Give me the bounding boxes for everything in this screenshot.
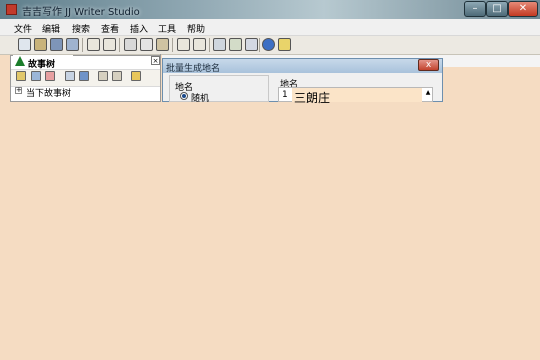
toolbar-separator (209, 38, 210, 52)
menu-view[interactable]: 查看 (101, 22, 119, 35)
radio-selected-dot (182, 94, 186, 98)
lock-icon[interactable] (131, 71, 141, 81)
row-value[interactable]: 三朗庄 (294, 89, 330, 106)
redo-icon[interactable] (103, 38, 116, 51)
help-icon[interactable] (262, 38, 275, 51)
menu-insert[interactable]: 插入 (130, 22, 148, 35)
random-radio-label[interactable]: 随机 (191, 91, 209, 104)
toolbar-separator (82, 38, 83, 52)
menu-file[interactable]: 文件 (14, 22, 32, 35)
dialog-close-button[interactable]: x (418, 59, 439, 71)
new-icon[interactable] (18, 38, 31, 51)
maximize-button[interactable]: □ (486, 1, 508, 17)
row-number: 1 (282, 90, 288, 100)
close-window-button[interactable]: ✕ (508, 1, 538, 17)
paste-icon[interactable] (156, 38, 169, 51)
toolbar-separator (172, 38, 173, 52)
add-folder-icon[interactable] (16, 71, 26, 81)
save-all-icon[interactable] (66, 38, 79, 51)
undo-icon[interactable] (87, 38, 100, 51)
next-icon[interactable] (112, 71, 122, 81)
open-icon[interactable] (34, 38, 47, 51)
tree-expander-icon[interactable]: + (15, 87, 22, 94)
delete-icon[interactable] (45, 71, 55, 81)
menu-help[interactable]: 帮助 (187, 22, 205, 35)
tree-root-item[interactable]: 当下故事树 (26, 86, 71, 99)
menu-tools[interactable]: 工具 (158, 22, 176, 35)
minimize-button[interactable]: – (464, 1, 486, 17)
cut-icon[interactable] (124, 38, 137, 51)
outdent-icon[interactable] (193, 38, 206, 51)
tree-icon (15, 56, 25, 66)
menu-search[interactable]: 搜索 (72, 22, 90, 35)
info-icon[interactable] (278, 38, 291, 51)
prev-icon[interactable] (98, 71, 108, 81)
save-icon[interactable] (50, 38, 63, 51)
panel-close-button[interactable]: × (151, 56, 160, 65)
panel-splitter[interactable] (160, 54, 161, 102)
app-icon (6, 4, 17, 15)
indent-icon[interactable] (177, 38, 190, 51)
find-icon[interactable] (213, 38, 226, 51)
window-title: 吉吉写作 JJ Writer Studio (22, 7, 140, 18)
scroll-up-icon[interactable]: ▲ (424, 88, 432, 98)
dialog-title: 批量生成地名 (166, 64, 221, 74)
toolbar-separator (259, 38, 260, 52)
toolbar-separator (119, 38, 120, 52)
properties-icon[interactable] (79, 71, 89, 81)
find-next-icon[interactable] (245, 38, 258, 51)
replace-icon[interactable] (229, 38, 242, 51)
menu-edit[interactable]: 编辑 (42, 22, 60, 35)
copy-icon[interactable] (140, 38, 153, 51)
move-up-icon[interactable] (65, 71, 75, 81)
add-doc-icon[interactable] (31, 71, 41, 81)
